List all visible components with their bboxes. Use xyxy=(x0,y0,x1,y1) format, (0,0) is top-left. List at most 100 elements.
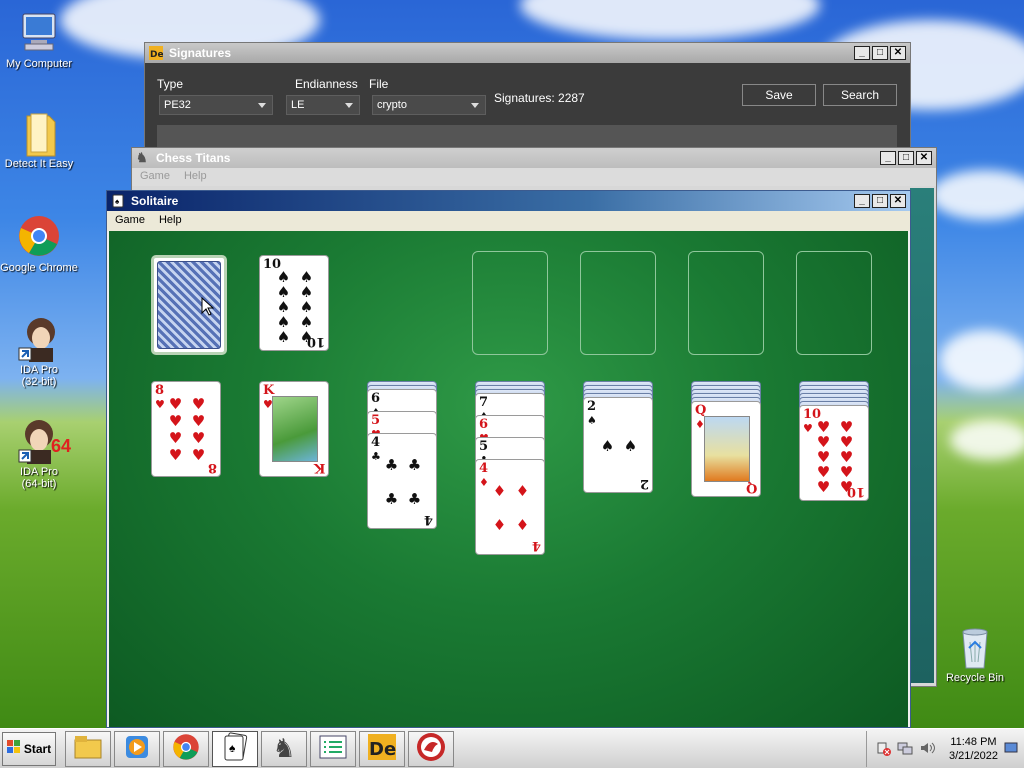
card-pips: ♥ ♥ ♥ ♥ ♥ ♥ ♥ ♥ xyxy=(164,396,210,464)
taskbar-chrome[interactable] xyxy=(163,730,209,767)
card-pips: ♦ ♦ ♦ ♦ xyxy=(488,474,534,542)
card-rank-bottom: 4 xyxy=(423,512,433,527)
suit-pip: ♥ xyxy=(168,395,183,413)
detect-it-easy-icon: De xyxy=(149,46,164,60)
card-rank: 6 xyxy=(479,417,489,432)
taskbar-detect-it-easy[interactable]: De xyxy=(359,730,405,767)
minimize-button[interactable]: _ xyxy=(880,151,896,165)
suit-pip: ♥ xyxy=(168,446,183,464)
foundation-slot-2[interactable] xyxy=(580,251,656,355)
tableau-card[interactable]: Q ♦ Q xyxy=(691,401,761,497)
clock-date: 3/21/2022 xyxy=(949,750,998,762)
ida-pro-64-icon: 64 xyxy=(17,418,71,464)
suit-pip: ♥ xyxy=(191,412,206,430)
start-button[interactable]: Start xyxy=(2,731,56,766)
taskbar-chess[interactable]: ♞ xyxy=(261,730,307,767)
foundation-slot-4[interactable] xyxy=(796,251,872,355)
card-rank: 4 xyxy=(479,461,489,476)
suit-pip: ♦ xyxy=(515,515,530,534)
save-button[interactable]: Save xyxy=(742,84,816,106)
type-dropdown[interactable]: PE32 xyxy=(159,95,273,115)
maximize-button[interactable]: □ xyxy=(898,151,914,165)
suit-pip: ♥ xyxy=(816,478,831,496)
desktop-icon-detect-it-easy[interactable]: Detect It Easy xyxy=(0,110,78,170)
svg-text:De: De xyxy=(150,50,163,60)
chevron-down-icon xyxy=(471,103,479,108)
task-list-icon xyxy=(319,735,347,762)
close-button[interactable]: ✕ xyxy=(890,46,906,60)
menu-game[interactable]: Game xyxy=(115,214,145,228)
file-explorer-icon xyxy=(73,734,103,763)
taskbar-task-list[interactable] xyxy=(310,730,356,767)
card-pips: ♥ ♥ ♥ ♥ ♥ ♥ ♥ ♥ ♥ ♥ xyxy=(812,420,858,495)
tableau-card[interactable]: 2 ♠ ♠ ♠ 2 xyxy=(583,397,653,493)
face-card-art xyxy=(272,396,318,462)
maximize-button[interactable]: □ xyxy=(872,46,888,60)
desktop-icon-my-computer[interactable]: My Computer xyxy=(0,10,78,70)
card-rank: 8 xyxy=(155,383,165,398)
volume-icon[interactable] xyxy=(919,740,935,759)
chevron-down-icon xyxy=(345,103,353,108)
chrome-icon xyxy=(17,214,61,258)
tableau-card[interactable]: 4 ♣ ♣ ♣ ♣ ♣ 4 xyxy=(367,433,437,529)
suit-pip: ♦ xyxy=(492,481,507,500)
taskbar-media-player[interactable] xyxy=(114,730,160,767)
chess-board-edge xyxy=(910,188,934,683)
card-rank: 5 xyxy=(371,413,381,428)
taskbar-solitaire[interactable]: ♠ xyxy=(212,730,258,767)
show-desktop-icon[interactable] xyxy=(1004,741,1018,758)
action-center-icon[interactable] xyxy=(875,740,891,759)
endianness-label: Endianness xyxy=(295,77,358,91)
taskbar-ida[interactable] xyxy=(408,730,454,767)
waste-card[interactable]: 10 ♠ ♠ ♠ ♠ ♠ ♠ ♠ ♠ ♠ ♠ 10 xyxy=(259,255,329,351)
chess-icon: ♞ xyxy=(272,733,296,764)
close-button[interactable]: ✕ xyxy=(890,194,906,208)
tableau-card[interactable]: 4 ♦ ♦ ♦ ♦ ♦ 4 xyxy=(475,459,545,555)
chess-titans-titlebar[interactable]: ♞ Chess Titans _ □ ✕ xyxy=(132,148,936,168)
menu-game[interactable]: Game xyxy=(140,170,170,184)
endianness-dropdown[interactable]: LE xyxy=(286,95,360,115)
signatures-titlebar[interactable]: De Signatures _ □ ✕ xyxy=(145,43,910,63)
clock-time: 11:48 PM xyxy=(950,736,997,748)
minimize-button[interactable]: _ xyxy=(854,46,870,60)
desktop-icon-ida-pro-32[interactable]: IDA Pro (32-bit) xyxy=(0,316,78,388)
menu-help[interactable]: Help xyxy=(159,214,182,228)
taskbar-file-explorer[interactable] xyxy=(65,730,111,767)
menu-help[interactable]: Help xyxy=(184,170,207,184)
card-rank: 5 xyxy=(479,439,489,454)
desktop-icon-google-chrome[interactable]: Google Chrome xyxy=(0,214,78,274)
solitaire-window: ♠ Solitaire _ □ ✕ Game Help 10 ♠ ♠ ♠ ♠ ♠ ♠ ♠ ♠ ♠… xyxy=(106,190,911,728)
folder-icon xyxy=(17,110,61,157)
ida-64-badge: 64 xyxy=(50,436,71,456)
clock[interactable]: 11:48 PM 3/21/2022 xyxy=(949,735,998,763)
solitaire-window-title: Solitaire xyxy=(131,194,179,208)
search-button[interactable]: Search xyxy=(823,84,897,106)
foundation-slot-1[interactable] xyxy=(472,251,548,355)
maximize-button[interactable]: □ xyxy=(872,194,888,208)
card-pips: ♣ ♣ ♣ ♣ xyxy=(380,448,426,516)
stock-pile[interactable] xyxy=(151,255,227,355)
tableau-card[interactable]: K ♥ K xyxy=(259,381,329,477)
suit-pip: ♥ xyxy=(191,429,206,447)
card-rank-bottom: K xyxy=(313,460,325,475)
suit-pip: ♥ xyxy=(191,446,206,464)
minimize-button[interactable]: _ xyxy=(854,194,870,208)
desktop-icon-ida-pro-64[interactable]: 64 IDA Pro (64-bit) xyxy=(0,418,78,490)
my-computer-icon xyxy=(17,10,61,54)
suit-pip: ♣ xyxy=(384,455,399,474)
close-button[interactable]: ✕ xyxy=(916,151,932,165)
solitaire-titlebar[interactable]: ♠ Solitaire _ □ ✕ xyxy=(107,191,910,211)
tableau-card[interactable]: 8 ♥ ♥ ♥ ♥ ♥ ♥ ♥ ♥ ♥ 8 xyxy=(151,381,221,477)
suit-pip: ♣ xyxy=(384,489,399,508)
svg-text:♠: ♠ xyxy=(229,741,236,755)
foundation-slot-3[interactable] xyxy=(688,251,764,355)
tableau-card[interactable]: 10 ♥ ♥ ♥ ♥ ♥ ♥ ♥ ♥ ♥ ♥ ♥ 10 xyxy=(799,405,869,501)
face-card-art xyxy=(704,416,750,482)
solitaire-icon: ♠ xyxy=(111,194,125,208)
suit-pip: ♣ xyxy=(407,489,422,508)
ida-icon xyxy=(416,732,446,765)
file-dropdown[interactable]: crypto xyxy=(372,95,486,115)
desktop-icon-recycle-bin[interactable]: Recycle Bin xyxy=(936,624,1014,684)
chrome-icon xyxy=(172,733,200,764)
network-icon[interactable] xyxy=(897,740,913,759)
